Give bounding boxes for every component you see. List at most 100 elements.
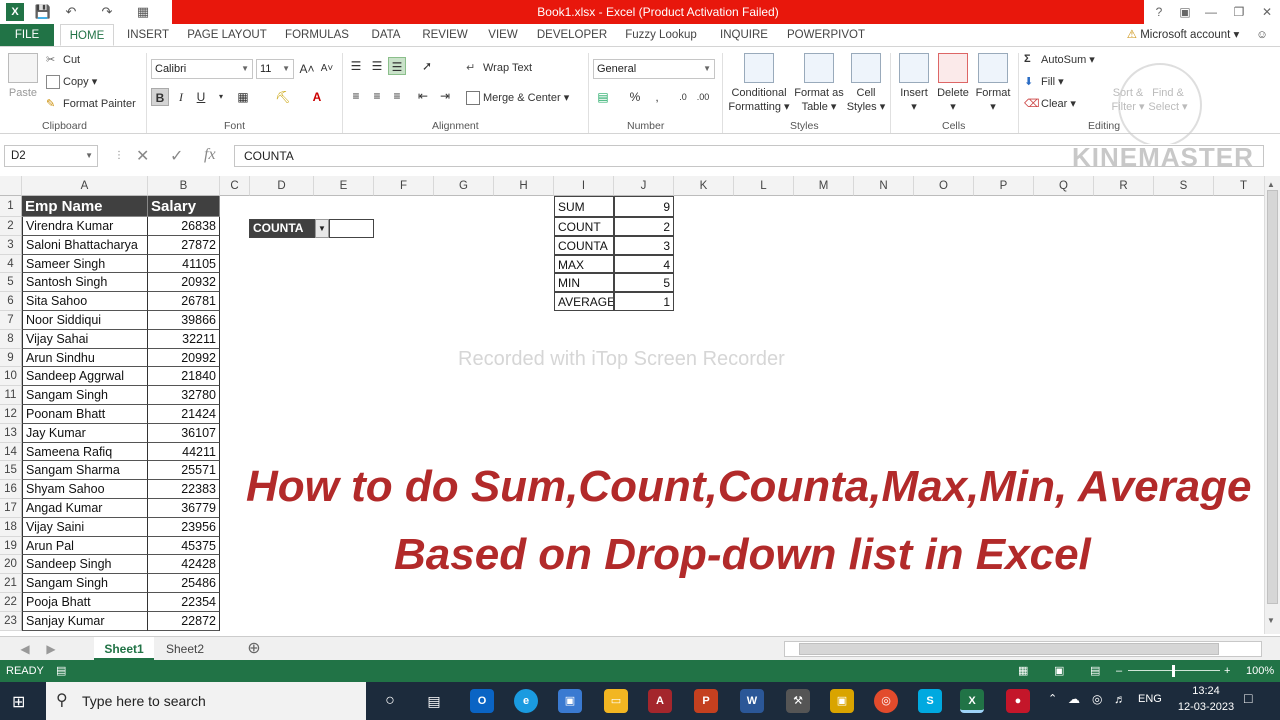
account-button[interactable]: ⚠ Microsoft account ▾ (1120, 24, 1246, 46)
salary-cell[interactable]: 21424 (148, 405, 220, 424)
emp-name-cell[interactable]: Shyam Sahoo (22, 480, 148, 499)
zoom-in-icon[interactable]: + (1224, 660, 1230, 682)
save-icon[interactable]: 💾 (34, 3, 52, 21)
clock-time[interactable]: 13:24 (1174, 685, 1238, 697)
paste-button[interactable]: Paste (6, 53, 40, 100)
emp-name-cell[interactable]: Sangam Singh (22, 574, 148, 593)
close-icon[interactable]: ✕ (1254, 2, 1280, 22)
sheet-tab-sheet1[interactable]: Sheet1 (94, 637, 154, 661)
row-header[interactable]: 10 (0, 367, 22, 387)
salary-cell[interactable]: 45375 (148, 536, 220, 556)
autosum-button[interactable]: Σ AutoSum ▾ (1024, 53, 1095, 67)
salary-cell[interactable]: 22354 (148, 593, 220, 612)
emp-name-cell[interactable]: Poonam Bhatt (22, 405, 148, 424)
salary-cell[interactable]: 26838 (148, 217, 220, 236)
row-header[interactable]: 13 (0, 423, 22, 443)
tools-icon[interactable]: ⚒ (786, 689, 810, 713)
lookup-function-cell[interactable]: SUM (554, 196, 614, 217)
excel-taskbar-icon[interactable]: X (960, 689, 984, 713)
emp-name-cell[interactable]: Vijay Saini (22, 517, 148, 537)
align-center-icon[interactable]: ≡ (368, 87, 386, 105)
emp-name-cell[interactable]: Arun Sindhu (22, 348, 148, 368)
font-size-select[interactable]: 11 ▼ (256, 59, 294, 79)
tab-powerpivot[interactable]: POWERPIVOT (786, 24, 866, 46)
chrome-icon[interactable]: ◎ (874, 689, 898, 713)
underline-dropdown-icon[interactable]: ▾ (212, 88, 230, 106)
word-icon[interactable]: W (740, 689, 764, 713)
horizontal-scrollbar[interactable] (784, 641, 1262, 657)
lookup-function-cell[interactable]: MAX (554, 254, 614, 274)
lookup-function-cell[interactable]: AVERAGE (554, 292, 614, 311)
tab-page-layout[interactable]: PAGE LAYOUT (184, 24, 270, 46)
salary-cell[interactable]: 36779 (148, 499, 220, 518)
sheet-tab-sheet2[interactable]: Sheet2 (158, 637, 212, 661)
increase-decimal-icon[interactable]: .0 (674, 88, 692, 106)
name-box[interactable]: D2 ▼ (4, 145, 98, 167)
column-header-l[interactable]: L (734, 176, 794, 196)
align-bottom-icon[interactable]: ☰ (388, 57, 406, 75)
emp-name-cell[interactable]: Sandeep Aggrwal (22, 367, 148, 387)
column-header-f[interactable]: F (374, 176, 434, 196)
emp-name-cell[interactable]: Sameena Rafiq (22, 442, 148, 462)
recorder-icon[interactable]: ● (1006, 689, 1030, 713)
column-header-n[interactable]: N (854, 176, 914, 196)
align-top-icon[interactable]: ☰ (347, 57, 365, 75)
align-middle-icon[interactable]: ☰ (368, 57, 386, 75)
tab-file[interactable]: FILE (0, 24, 54, 46)
row-header[interactable]: 15 (0, 461, 22, 481)
emp-name-cell[interactable]: Saloni Bhattacharya (22, 235, 148, 255)
function-dropdown-cell[interactable]: COUNTA (249, 219, 315, 238)
new-sheet-icon[interactable]: ⊕ (244, 637, 264, 661)
dropdown-result-cell[interactable] (329, 219, 374, 238)
number-format-select[interactable]: General ▼ (593, 59, 715, 79)
italic-button[interactable]: I (172, 88, 190, 106)
emp-name-cell[interactable]: Arun Pal (22, 536, 148, 556)
format-as-table-button[interactable]: Format as Table ▾ (792, 53, 846, 114)
redo-icon[interactable]: ↷ (98, 3, 116, 21)
insert-cells-button[interactable]: Insert ▾ (896, 53, 932, 114)
format-cells-button[interactable]: Format ▾ (974, 53, 1012, 114)
photos-icon[interactable]: ▣ (830, 689, 854, 713)
lookup-function-cell[interactable]: MIN (554, 273, 614, 293)
column-header-b[interactable]: B (148, 176, 220, 196)
emp-name-cell[interactable]: Pooja Bhatt (22, 593, 148, 612)
column-header-o[interactable]: O (914, 176, 974, 196)
clock-date[interactable]: 12-03-2023 (1174, 701, 1238, 713)
format-painter-button[interactable]: ✎ Format Painter (46, 97, 136, 111)
decrease-decimal-icon[interactable]: .00 (694, 88, 712, 106)
row-header[interactable]: 5 (0, 273, 22, 293)
bold-button[interactable]: B (151, 88, 169, 106)
emp-name-cell[interactable]: Noor Siddiqui (22, 311, 148, 330)
cancel-entry-icon[interactable]: ✕ (136, 146, 149, 166)
row-header[interactable]: 18 (0, 517, 22, 537)
row-header[interactable]: 17 (0, 499, 22, 518)
column-header-g[interactable]: G (434, 176, 494, 196)
row-header[interactable]: 3 (0, 235, 22, 255)
access-icon[interactable]: A (648, 689, 672, 713)
table-header-cell[interactable]: Emp Name (22, 196, 148, 217)
align-right-icon[interactable]: ≡ (388, 87, 406, 105)
emp-name-cell[interactable]: Virendra Kumar (22, 217, 148, 236)
cut-button[interactable]: ✂ Cut (46, 53, 80, 67)
increase-indent-icon[interactable]: ⇥ (436, 87, 454, 105)
cell-styles-button[interactable]: Cell Styles ▾ (846, 53, 886, 114)
column-header-c[interactable]: C (220, 176, 250, 196)
column-header-r[interactable]: R (1094, 176, 1154, 196)
windows-start-icon[interactable]: ⊞ (12, 692, 25, 712)
emp-name-cell[interactable]: Sameer Singh (22, 254, 148, 274)
powerpoint-icon[interactable]: P (694, 689, 718, 713)
globe-icon[interactable]: ◎ (1092, 692, 1102, 706)
column-header-d[interactable]: D (250, 176, 314, 196)
taskbar-search-input[interactable]: ⚲ Type here to search (46, 682, 366, 720)
column-header-j[interactable]: J (614, 176, 674, 196)
row-header[interactable]: 4 (0, 254, 22, 274)
minimize-icon[interactable]: — (1198, 2, 1224, 22)
wrap-text-button[interactable]: ↵ Wrap Text (466, 61, 532, 75)
decrease-indent-icon[interactable]: ⇤ (414, 87, 432, 105)
row-header[interactable]: 20 (0, 555, 22, 575)
horizontal-scrollbar-thumb[interactable] (799, 643, 1219, 655)
salary-cell[interactable]: 39866 (148, 311, 220, 330)
help-button[interactable]: ? (1146, 2, 1172, 22)
notification-icon[interactable]: □ (1244, 690, 1252, 706)
select-all-corner[interactable] (0, 176, 22, 196)
